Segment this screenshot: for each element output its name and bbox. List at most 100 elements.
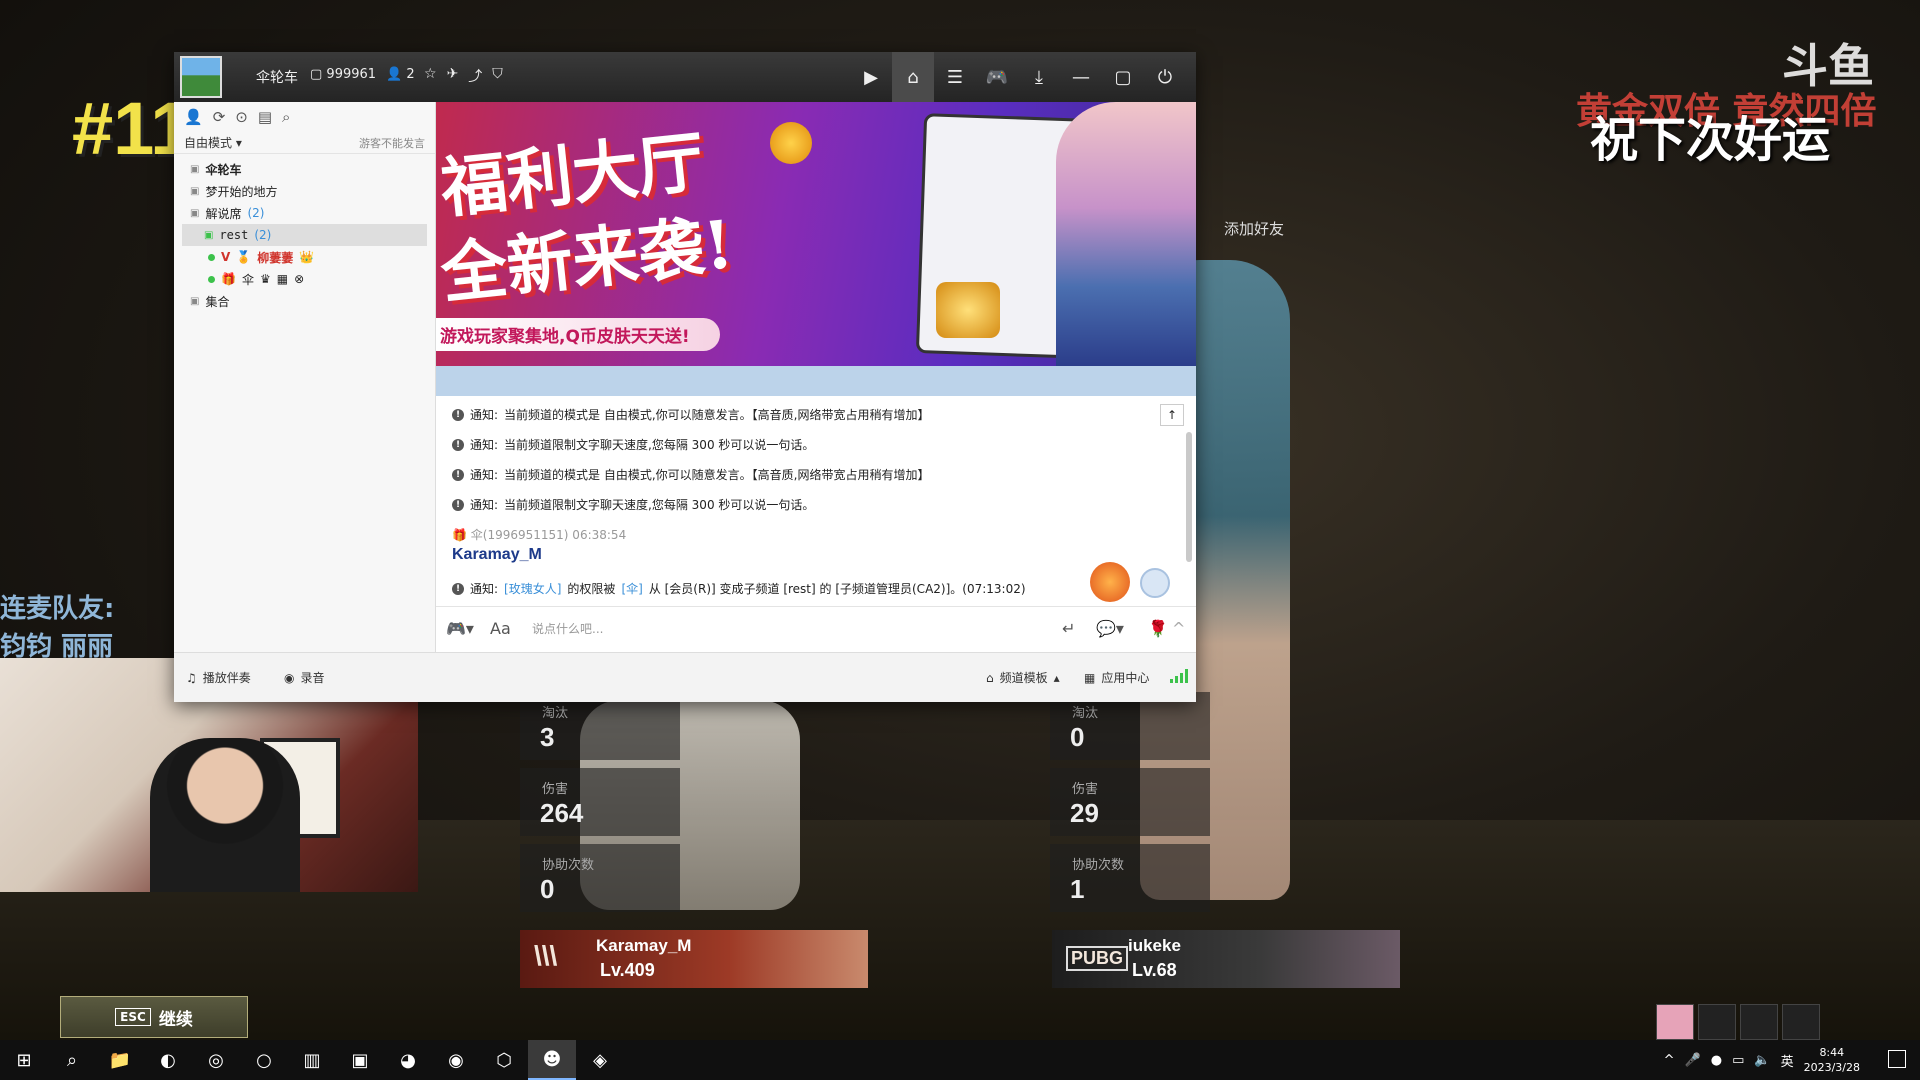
notice-by-link[interactable]: [伞] [621, 580, 642, 597]
chevron-up-icon[interactable]: ^ [1664, 1053, 1675, 1068]
tree-label: 集合 [205, 294, 230, 309]
gamepad-icon[interactable]: 🎮 [976, 52, 1018, 102]
stat-label: 协助次数 [542, 858, 595, 873]
pubg-app-icon[interactable]: ▥ [288, 1040, 336, 1080]
system-clock[interactable]: 8:44 2023/3/28 [1804, 1045, 1860, 1075]
add-friend-link[interactable]: 添加好友 [1224, 218, 1284, 239]
chrome-browser-icon[interactable]: ◎ [192, 1040, 240, 1080]
clock-date: 2023/3/28 [1803, 1061, 1860, 1074]
power-icon[interactable]: ⏻ [1144, 52, 1186, 102]
promo-banner[interactable]: 福利大厅 全新来袭! 游戏玩家聚集地,Q币皮肤天天送! [436, 102, 1196, 366]
online-dot [208, 253, 215, 261]
stat-label: 淘汰 [1072, 706, 1099, 721]
mini-person-icon[interactable] [1698, 1004, 1736, 1040]
stat-assists-left: 协助次数 0 [520, 844, 680, 912]
tree-user[interactable]: 🎁 伞 ♛ ▦ ⊗ [174, 268, 435, 290]
windows-start-icon[interactable]: ⊞ [0, 1040, 48, 1080]
maximize-icon[interactable]: ▢ [1102, 52, 1144, 102]
notice-icon: ! [452, 408, 464, 421]
notice-text: 当前频道的模式是 自由模式,你可以随意发言。【高音质,网络带宽占用稍有增加】 [504, 468, 930, 482]
yy-app-icon[interactable]: ☻ [528, 1040, 576, 1080]
message-scrollbar[interactable] [1186, 432, 1192, 562]
speech-bubble-icon[interactable]: 💬▾ [1096, 619, 1124, 638]
notification-icon[interactable] [1888, 1050, 1906, 1068]
video-icon[interactable]: ▶ [850, 52, 892, 102]
chevron-up-icon[interactable]: ^ [1172, 619, 1185, 638]
home-icon[interactable]: ⌂ [892, 52, 934, 102]
continue-button[interactable]: ESC 继续 [60, 996, 248, 1038]
channel-icon: ▣ [190, 207, 200, 219]
book-icon[interactable]: ▤ [258, 108, 272, 126]
location-icon[interactable]: ⊙ [235, 108, 248, 126]
steam-icon[interactable]: ◈ [576, 1040, 624, 1080]
download-icon[interactable]: ⤓ [1018, 52, 1060, 102]
edge-browser-icon[interactable]: ◐ [144, 1040, 192, 1080]
share-icon[interactable]: ⤴ [468, 66, 482, 86]
clock-time: 8:44 [1819, 1046, 1845, 1059]
ime-indicator[interactable]: 英 [1781, 1051, 1794, 1070]
tree-item-selected[interactable]: ▣ rest (2) [182, 224, 427, 246]
plane-icon[interactable]: ✈ [447, 66, 459, 86]
channel-avatar[interactable] [180, 56, 222, 98]
mini-slot-icon[interactable] [1740, 1004, 1778, 1040]
teammate-label: 连麦队友: 钧钧 丽丽 [0, 590, 114, 666]
channel-id-value: 999961 [326, 67, 377, 82]
search-icon[interactable]: ⌕ [48, 1040, 96, 1080]
message-sender-name[interactable]: Karamay_M [452, 546, 542, 564]
badge-icon: ▦ [276, 272, 289, 286]
green-app-icon[interactable]: ⬡ [480, 1040, 528, 1080]
app-tray-icon[interactable]: ● [1711, 1053, 1722, 1068]
tree-item[interactable]: ▣ 解说席 (2) [174, 202, 435, 224]
file-explorer-icon[interactable]: 📁 [96, 1040, 144, 1080]
font-style-icon[interactable]: Aa [490, 619, 511, 638]
game-emoji-icon[interactable]: 🎮▾ [446, 619, 474, 638]
tree-item-root[interactable]: ▣ 伞轮车 [174, 158, 435, 180]
music-label: 播放伴奏 [202, 671, 251, 685]
record-button[interactable]: ◉ 录音 [284, 669, 325, 686]
obs-icon[interactable]: ○ [240, 1040, 288, 1080]
star-icon[interactable]: ☆ [424, 66, 437, 86]
tree-user[interactable]: V 🏅 柳萋萋 👑 [174, 246, 435, 268]
flower-icon[interactable]: 🌹 [1148, 619, 1168, 638]
notice-icon: ! [452, 498, 464, 511]
fans-group-icon[interactable] [1090, 562, 1130, 602]
banner-subtitle: 游戏玩家聚集地,Q币皮肤天天送! [436, 318, 720, 351]
notice-user-link[interactable]: [玫瑰女人] [504, 580, 561, 597]
music-button[interactable]: ♫ 播放伴奏 [186, 669, 251, 686]
list-icon[interactable]: ☰ [934, 52, 976, 102]
clock-icon: ⊗ [294, 272, 305, 286]
yellow-app-icon[interactable]: ◕ [384, 1040, 432, 1080]
minimize-icon[interactable]: — [1060, 52, 1102, 102]
tree-item[interactable]: ▣ 梦开始的地方 [174, 180, 435, 202]
scroll-top-button[interactable]: ↑ [1160, 404, 1184, 426]
mini-avatar-icon[interactable] [1656, 1004, 1694, 1040]
mini-slot-icon[interactable] [1782, 1004, 1820, 1040]
stream-banner-white: 祝下次好运 [1590, 112, 1831, 168]
netease-music-icon[interactable]: ◉ [432, 1040, 480, 1080]
sender-meta: 伞(1996951151) 06:38:54 [470, 528, 627, 542]
user-icon[interactable]: 👤 [184, 108, 203, 126]
tree-label: 柳萋萋 [257, 250, 294, 265]
shield-icon[interactable]: ⛉ [492, 66, 503, 86]
tree-label: 伞轮车 [205, 162, 242, 177]
settings-bubble-icon[interactable] [1140, 568, 1170, 598]
tree-item[interactable]: ▣ 集合 [174, 290, 435, 312]
title-bar[interactable]: 伞轮车 ▢ 999961 👤 2 ☆ ✈ ⤴ ⛉ ▶ ⌂ ☰ 🎮 ⤓ — ▢ ⏻ [174, 52, 1196, 102]
stat-value: 0 [1070, 722, 1085, 752]
volume-icon[interactable]: 🔈 [1754, 1053, 1770, 1068]
send-enter-icon[interactable]: ↵ [1062, 619, 1075, 638]
chat-input[interactable] [532, 617, 1012, 641]
signal-icon [1170, 669, 1188, 683]
crown-icon [936, 282, 1000, 338]
microphone-icon[interactable]: 🎤 [1685, 1053, 1701, 1068]
player-level: Lv.409 [600, 960, 655, 980]
app-center-button[interactable]: ▦ 应用中心 [1084, 669, 1149, 686]
network-icon[interactable]: ▭ [1732, 1053, 1744, 1068]
mode-dropdown[interactable]: 自由模式 ▾ [184, 134, 242, 151]
refresh-icon[interactable]: ⟳ [213, 108, 226, 126]
channel-template-button[interactable]: ⌂ 频道模板 ▴ [986, 669, 1060, 686]
search-icon[interactable]: ⌕ [282, 108, 290, 126]
orange-app-icon[interactable]: ▣ [336, 1040, 384, 1080]
player-card-left: \\\ Karamay_M Lv.409 [520, 930, 868, 988]
tree-toolbar: 👤 ⟳ ⊙ ▤ ⌕ [174, 102, 435, 132]
